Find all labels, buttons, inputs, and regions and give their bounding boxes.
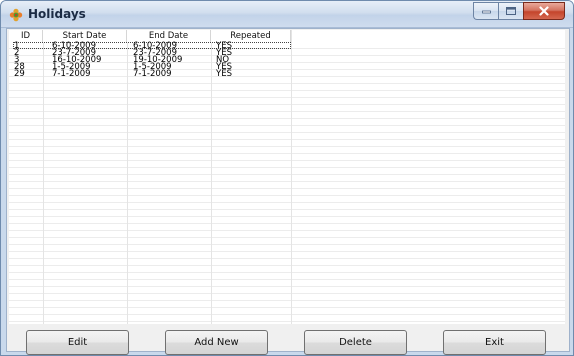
grid-row-line: [9, 239, 565, 245]
holiday-flower-icon: [9, 8, 23, 22]
exit-button[interactable]: Exit: [443, 330, 546, 355]
grid-row-line: [9, 85, 565, 91]
grid-column-line: [291, 30, 292, 324]
grid-row-line: [9, 260, 565, 266]
grid-row-line: [9, 274, 565, 280]
add-new-button[interactable]: Add New: [165, 330, 268, 355]
grid-row-line: [9, 155, 565, 161]
grid-column-line: [43, 30, 44, 324]
holidays-list[interactable]: ID Start Date End Date Repeated 1 6-10-2…: [9, 30, 565, 324]
grid-row-line: [9, 246, 565, 252]
grid-row-line: [9, 113, 565, 119]
grid-row-line: [9, 106, 565, 112]
grid-row-line: [9, 288, 565, 294]
window-title: Holidays: [28, 7, 86, 21]
grid-row-line: [9, 162, 565, 168]
grid-row-line: [9, 134, 565, 140]
grid-row-line: [9, 302, 565, 308]
grid-row-line: [9, 309, 565, 315]
minimize-icon: [481, 10, 491, 14]
grid-row-line: [9, 127, 565, 133]
grid-row-line: [9, 197, 565, 203]
maximize-button[interactable]: [498, 2, 523, 20]
grid-column-line: [211, 30, 212, 324]
grid-row-line: [9, 92, 565, 98]
grid-row-line: [9, 316, 565, 322]
grid-row-line: [9, 141, 565, 147]
grid-row-line: [9, 323, 565, 324]
minimize-button[interactable]: [473, 2, 498, 20]
cell-repeated: YES: [216, 69, 232, 79]
cell-end-date: 7-1-2009: [133, 69, 172, 79]
grid-row-line: [9, 148, 565, 154]
grid-row-line: [9, 169, 565, 175]
grid-row-line: [9, 71, 565, 77]
grid-column-line: [127, 30, 128, 324]
grid-row-line: [9, 204, 565, 210]
grid-row-line: [9, 281, 565, 287]
holidays-window: Holidays ID Start Date End Date Repeated…: [0, 0, 574, 356]
close-icon: [539, 6, 549, 16]
grid-row-line: [9, 295, 565, 301]
grid-row-line: [9, 78, 565, 84]
grid-row-line: [9, 225, 565, 231]
grid-row-line: [9, 183, 565, 189]
edit-button[interactable]: Edit: [26, 330, 129, 355]
grid-row-line: [9, 190, 565, 196]
title-bar[interactable]: Holidays: [1, 1, 573, 28]
cell-start-date: 7-1-2009: [52, 69, 91, 79]
grid-row-line: [9, 99, 565, 105]
grid-row-line: [9, 176, 565, 182]
grid-row-line: [9, 120, 565, 126]
maximize-icon: [506, 7, 516, 15]
delete-button[interactable]: Delete: [304, 330, 407, 355]
grid-row-line: [9, 253, 565, 259]
grid-row-line: [9, 211, 565, 217]
cell-id: 29: [14, 69, 25, 79]
window-controls: [473, 2, 565, 20]
grid-row-line: [9, 218, 565, 224]
grid-row-line: [9, 267, 565, 273]
close-button[interactable]: [523, 2, 565, 20]
grid-row-line: [9, 232, 565, 238]
window-client-area: ID Start Date End Date Repeated 1 6-10-2…: [6, 28, 570, 355]
